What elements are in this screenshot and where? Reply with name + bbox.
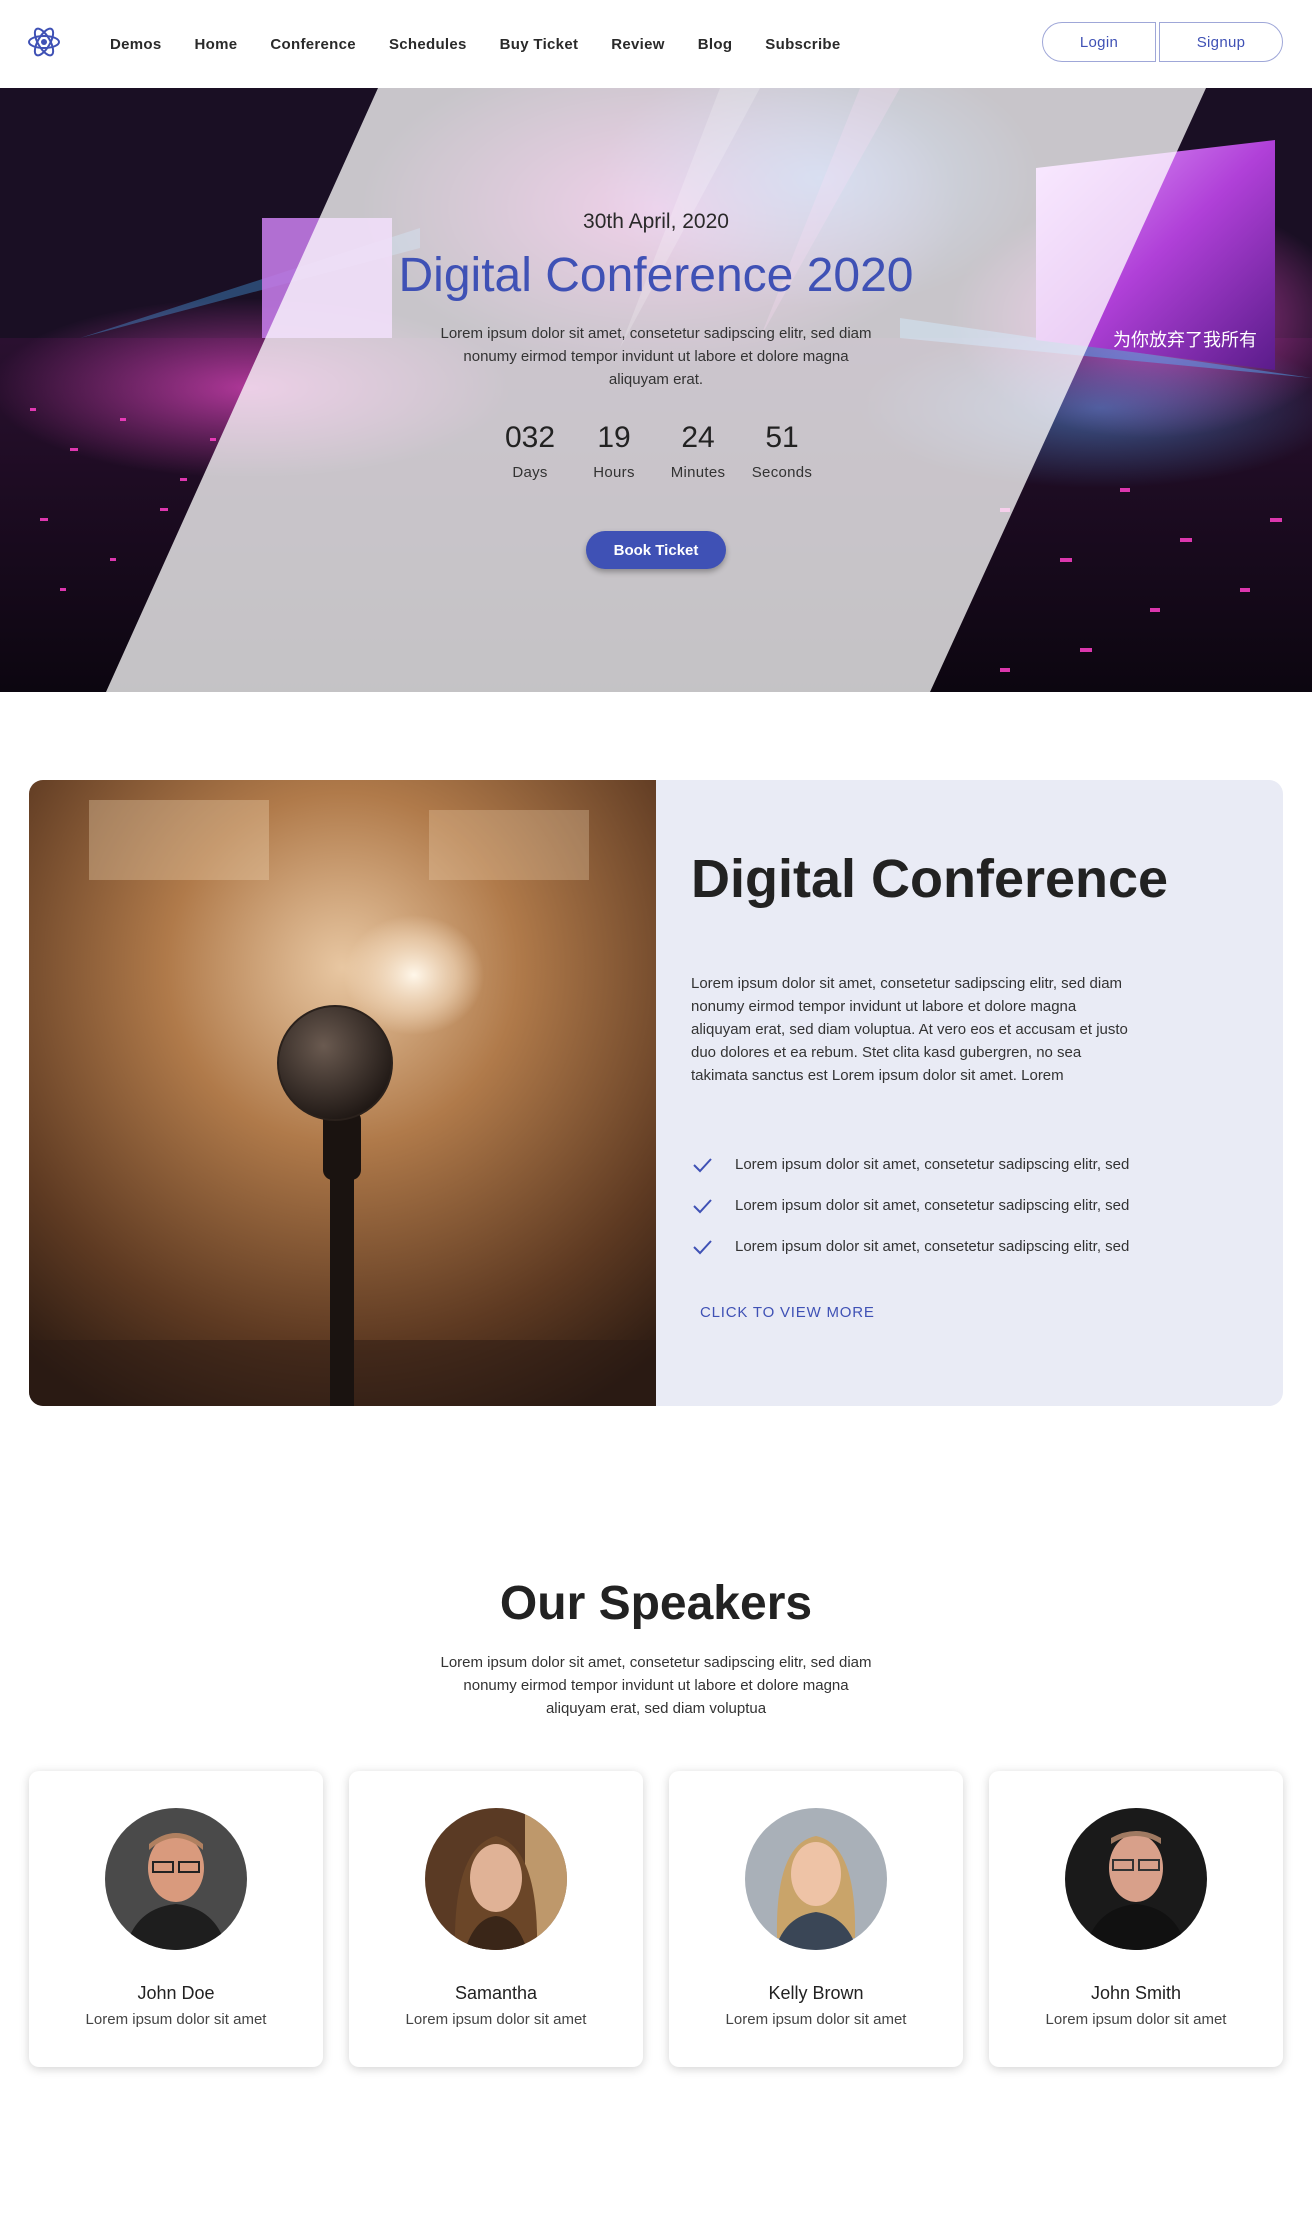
- countdown-value: 51: [765, 421, 799, 454]
- countdown-value: 24: [681, 421, 715, 454]
- top-navbar: Demos Home Conference Schedules Buy Tick…: [0, 0, 1312, 88]
- avatar: [425, 1808, 567, 1950]
- checkmark-icon: [693, 1239, 712, 1254]
- checkmark-icon: [693, 1157, 712, 1172]
- atom-logo-icon[interactable]: [26, 24, 62, 60]
- hero-title: Digital Conference 2020: [398, 249, 914, 302]
- list-item: Lorem ipsum dolor sit amet, consetetur s…: [691, 1144, 1129, 1185]
- nav-review[interactable]: Review: [611, 36, 665, 53]
- feature-text: Lorem ipsum dolor sit amet, consetetur s…: [735, 1197, 1130, 1214]
- checkmark-icon: [693, 1198, 712, 1213]
- avatar: [105, 1808, 247, 1950]
- event-date: 30th April, 2020: [583, 210, 729, 233]
- countdown-hours: 19 Hours: [572, 418, 656, 481]
- about-description: Lorem ipsum dolor sit amet, consetetur s…: [691, 975, 1128, 1084]
- speaker-card[interactable]: John Doe Lorem ipsum dolor sit amet: [29, 1771, 323, 2067]
- speaker-name: John Doe: [137, 1983, 215, 2003]
- feature-text: Lorem ipsum dolor sit amet, consetetur s…: [735, 1156, 1130, 1173]
- hero-description: Lorem ipsum dolor sit amet, consetetur s…: [440, 325, 872, 388]
- speaker-cards: John Doe Lorem ipsum dolor sit amet Sama…: [29, 1771, 1283, 2067]
- avatar: [745, 1808, 887, 1950]
- speaker-card[interactable]: Samantha Lorem ipsum dolor sit amet: [349, 1771, 643, 2067]
- main-menu: Demos Home Conference Schedules Buy Tick…: [110, 0, 874, 88]
- speaker-card[interactable]: John Smith Lorem ipsum dolor sit amet: [989, 1771, 1283, 2067]
- nav-conference[interactable]: Conference: [270, 36, 356, 53]
- speaker-name: Samantha: [454, 1983, 538, 2003]
- nav-schedules[interactable]: Schedules: [389, 36, 467, 53]
- signup-button[interactable]: Signup: [1159, 22, 1283, 62]
- speakers-description: Lorem ipsum dolor sit amet, consetetur s…: [440, 1654, 872, 1717]
- countdown-label: Minutes: [670, 464, 726, 481]
- countdown-timer: 032 Days 19 Hours 24 Minutes 51 Seconds: [0, 418, 1312, 481]
- countdown-label: Hours: [593, 464, 635, 481]
- countdown-days: 032 Days: [488, 418, 572, 481]
- feature-list: Lorem ipsum dolor sit amet, consetetur s…: [691, 1144, 1129, 1267]
- feature-text: Lorem ipsum dolor sit amet, consetetur s…: [735, 1238, 1130, 1255]
- login-button[interactable]: Login: [1042, 22, 1156, 62]
- speaker-role: Lorem ipsum dolor sit amet: [725, 2011, 907, 2028]
- hero-banner: 为你放弃了我所有 30th April, 2020 Digital Confer…: [0, 88, 1312, 692]
- nav-subscribe[interactable]: Subscribe: [765, 36, 840, 53]
- hero-content: 30th April, 2020 Digital Conference 2020…: [0, 88, 1312, 692]
- nav-demos[interactable]: Demos: [110, 36, 162, 53]
- about-section: Digital Conference Lorem ipsum dolor sit…: [29, 780, 1283, 1406]
- speaker-role: Lorem ipsum dolor sit amet: [1045, 2011, 1227, 2028]
- countdown-label: Seconds: [751, 464, 813, 481]
- countdown-seconds: 51 Seconds: [740, 418, 824, 481]
- countdown-label: Days: [512, 464, 548, 481]
- speaker-name: John Smith: [1090, 1983, 1182, 2003]
- countdown-value: 032: [504, 421, 556, 454]
- about-title: Digital Conference: [691, 849, 1169, 909]
- speaker-role: Lorem ipsum dolor sit amet: [405, 2011, 587, 2028]
- countdown-minutes: 24 Minutes: [656, 418, 740, 481]
- speaker-name: Kelly Brown: [768, 1983, 864, 2003]
- nav-home[interactable]: Home: [195, 36, 238, 53]
- speaker-role: Lorem ipsum dolor sit amet: [85, 2011, 267, 2028]
- list-item: Lorem ipsum dolor sit amet, consetetur s…: [691, 1226, 1129, 1267]
- avatar: [1065, 1808, 1207, 1950]
- speaker-card[interactable]: Kelly Brown Lorem ipsum dolor sit amet: [669, 1771, 963, 2067]
- view-more-link[interactable]: CLICK TO VIEW MORE: [700, 1304, 875, 1321]
- nav-blog[interactable]: Blog: [698, 36, 733, 53]
- speakers-title: Our Speakers: [499, 1577, 813, 1630]
- book-ticket-button[interactable]: Book Ticket: [586, 531, 726, 569]
- list-item: Lorem ipsum dolor sit amet, consetetur s…: [691, 1185, 1129, 1226]
- countdown-value: 19: [597, 421, 631, 454]
- nav-buy-ticket[interactable]: Buy Ticket: [500, 36, 579, 53]
- microphone-image: [29, 780, 656, 1406]
